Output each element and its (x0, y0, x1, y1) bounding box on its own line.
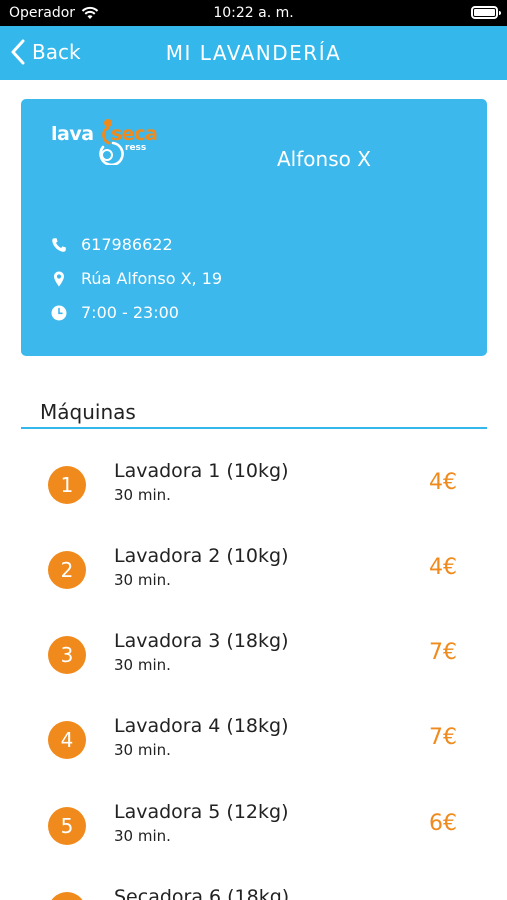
machine-price: 7€ (429, 640, 457, 665)
machine-number-badge: 5 (48, 807, 86, 845)
machine-duration: 30 min. (114, 486, 171, 504)
machine-duration: 30 min. (114, 571, 171, 589)
clock-icon (51, 305, 67, 321)
machine-row[interactable]: 1 Lavadora 1 (10kg) 30 min. 4€ (0, 451, 507, 521)
machine-price: 4€ (429, 555, 457, 580)
opening-hours: 7:00 - 23:00 (81, 303, 179, 322)
machine-name: Lavadora 3 (18kg) (114, 630, 289, 652)
machine-name: Lavadora 2 (10kg) (114, 545, 289, 567)
machine-duration: 30 min. (114, 827, 171, 845)
machine-row[interactable]: 2 Lavadora 2 (10kg) 30 min. 4€ (0, 536, 507, 606)
brand-logo: lava seca ress (51, 117, 171, 167)
store-info-card: lava seca ress Alfonso X 617986622 Rúa A… (21, 99, 487, 356)
phone-number: 617986622 (81, 235, 173, 254)
machine-name: Lavadora 1 (10kg) (114, 460, 289, 482)
machine-row[interactable]: 6 Secadora 6 (18kg) (0, 877, 507, 900)
hours-row: 7:00 - 23:00 (51, 303, 179, 322)
clock-time: 10:22 a. m. (213, 5, 294, 21)
machine-number-badge: 4 (48, 721, 86, 759)
store-name: Alfonso X (277, 147, 371, 171)
machine-row[interactable]: 4 Lavadora 4 (18kg) 30 min. 7€ (0, 706, 507, 776)
machine-duration: 30 min. (114, 656, 171, 674)
machine-name: Lavadora 5 (12kg) (114, 801, 289, 823)
machine-number-badge: 6 (48, 892, 86, 900)
phone-row[interactable]: 617986622 (51, 235, 173, 254)
machine-price: 6€ (429, 811, 457, 836)
page-title: MI LAVANDERÍA (165, 41, 342, 65)
machine-name: Lavadora 4 (18kg) (114, 715, 289, 737)
status-bar: Operador 10:22 a. m. (0, 0, 507, 26)
machine-number-badge: 2 (48, 551, 86, 589)
machine-number-badge: 3 (48, 636, 86, 674)
machine-name: Secadora 6 (18kg) (114, 886, 290, 900)
phone-icon (51, 237, 67, 253)
machine-price: 7€ (429, 725, 457, 750)
location-pin-icon (51, 271, 67, 287)
logo-text-seca: seca (111, 123, 158, 145)
machine-duration: 30 min. (114, 741, 171, 759)
machines-section-title: Máquinas (40, 400, 136, 424)
machine-price: 4€ (429, 470, 457, 495)
address-row[interactable]: Rúa Alfonso X, 19 (51, 269, 222, 288)
machine-row[interactable]: 3 Lavadora 3 (18kg) 30 min. 7€ (0, 621, 507, 691)
section-divider (21, 427, 487, 429)
battery-icon (471, 6, 501, 19)
logo-text-express: ress (125, 143, 147, 153)
machine-row[interactable]: 5 Lavadora 5 (12kg) 30 min. 6€ (0, 792, 507, 862)
machine-number-badge: 1 (48, 466, 86, 504)
store-address: Rúa Alfonso X, 19 (81, 269, 223, 288)
navigation-bar: Back MI LAVANDERÍA (0, 26, 507, 80)
